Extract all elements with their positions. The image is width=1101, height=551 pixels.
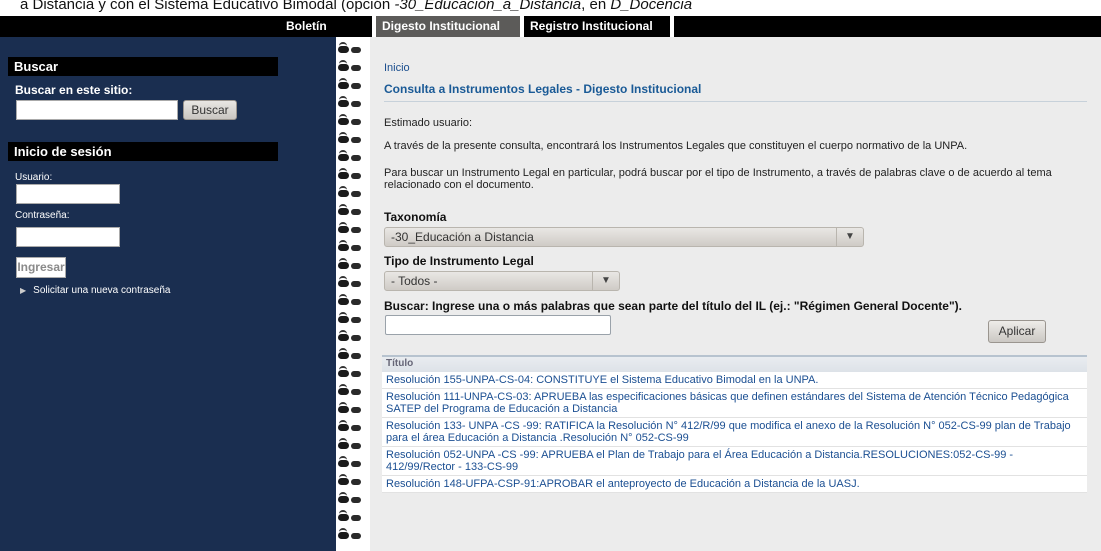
spiral-ring [336,474,366,487]
table-row[interactable]: Resolución 111-UNPA-CS-03: APRUEBA las e… [382,389,1087,418]
taxonomy-label: Taxonomía [384,210,447,224]
table-row[interactable]: Resolución 155-UNPA-CS-04: CONSTITUYE el… [382,372,1087,389]
breadcrumb-inicio[interactable]: Inicio [384,62,410,74]
search-block-title: Buscar [8,57,278,76]
spiral-ring [336,204,366,217]
spiral-ring [336,258,366,271]
spiral-ring [336,366,366,379]
tab-registro-institucional[interactable]: Registro Institucional [520,16,674,37]
triangle-right-icon: ▶ [20,286,27,295]
chevron-down-icon: ▼ [836,228,863,246]
spiral-ring [336,168,366,181]
spiral-ring [336,492,366,505]
spiral-ring [336,240,366,253]
page-title: Consulta a Instrumentos Legales - Digest… [384,82,702,96]
spiral-ring [336,150,366,163]
table-row[interactable]: Resolución 148-UFPA-CSP-91:APROBAR el an… [382,476,1087,493]
greeting-text: Estimado usuario: [384,117,473,129]
spiral-ring [336,420,366,433]
table-row[interactable]: Resolución 052-UNPA -CS -99: APRUEBA el … [382,447,1087,476]
forgot-password-link[interactable]: ▶ Solicitar una nueva contraseña [20,285,170,296]
taxonomy-value: -30_Educación a Distancia [391,230,534,244]
spiral-binding [336,37,370,551]
spiral-ring [336,42,366,55]
spiral-ring [336,312,366,325]
caption-italic-option: -30_Educación_a_Distancia [394,0,582,13]
sidebar: Buscar Buscar en este sitio: Buscar Inic… [0,37,336,551]
login-button[interactable]: Ingresar [16,257,66,278]
spiral-ring [336,276,366,289]
main-content: Inicio Consulta a Instrumentos Legales -… [370,37,1101,551]
intro-text: A través de la presente consulta, encont… [384,140,968,152]
spiral-ring [336,294,366,307]
spiral-ring [336,330,366,343]
spiral-ring [336,456,366,469]
type-label: Tipo de Instrumento Legal [384,254,534,268]
spiral-ring [336,186,366,199]
title-divider [384,101,1087,102]
spiral-ring [336,402,366,415]
table-row[interactable]: Resolución 133- UNPA -CS -99: RATIFICA l… [382,418,1087,447]
username-label: Usuario: [15,172,53,183]
keyword-search-label: Buscar: Ingrese una o más palabras que s… [384,299,962,313]
sidebar-search-input[interactable] [16,100,178,120]
username-field[interactable] [16,184,120,204]
help-text: Para buscar un Instrumento Legal en part… [384,167,1052,191]
sidebar-search-button[interactable]: Buscar [183,100,237,120]
type-value: - Todos - [391,274,438,288]
spiral-ring [336,132,366,145]
taxonomy-select[interactable]: -30_Educación a Distancia ▼ [384,227,864,247]
apply-button[interactable]: Aplicar [988,320,1046,343]
top-menu-bar: Boletín Oficial Digesto Institucional Re… [0,16,1101,54]
search-label: Buscar en este sitio: [15,83,133,97]
spiral-ring [336,114,366,127]
type-select[interactable]: - Todos - ▼ [384,271,620,291]
password-field[interactable] [16,227,120,247]
spiral-ring [336,222,366,235]
chevron-down-icon: ▼ [592,272,619,290]
results-table: Título Resolución 155-UNPA-CS-04: CONSTI… [382,355,1087,493]
spiral-ring [336,78,366,91]
login-block-title: Inicio de sesión [8,142,278,161]
spiral-ring [336,348,366,361]
caption-italic-section: D_Docencia [610,0,693,13]
keyword-search-input[interactable] [385,315,611,335]
spiral-ring [336,438,366,451]
password-label: Contraseña: [15,210,70,221]
tab-digesto-institucional[interactable]: Digesto Institucional [372,16,520,37]
caption-middle: , en [581,0,611,13]
table-header-titulo: Título [382,355,1087,372]
caption-prefix: a Distancia y con el Sistema Educativo B… [20,0,395,13]
spiral-ring [336,528,366,541]
tab-boletin-oficial[interactable]: Boletín Oficial [280,16,372,54]
spiral-ring [336,510,366,523]
forgot-password-label: Solicitar una nueva contraseña [33,285,171,296]
spiral-ring [336,384,366,397]
spiral-ring [336,96,366,109]
spiral-ring [336,60,366,73]
